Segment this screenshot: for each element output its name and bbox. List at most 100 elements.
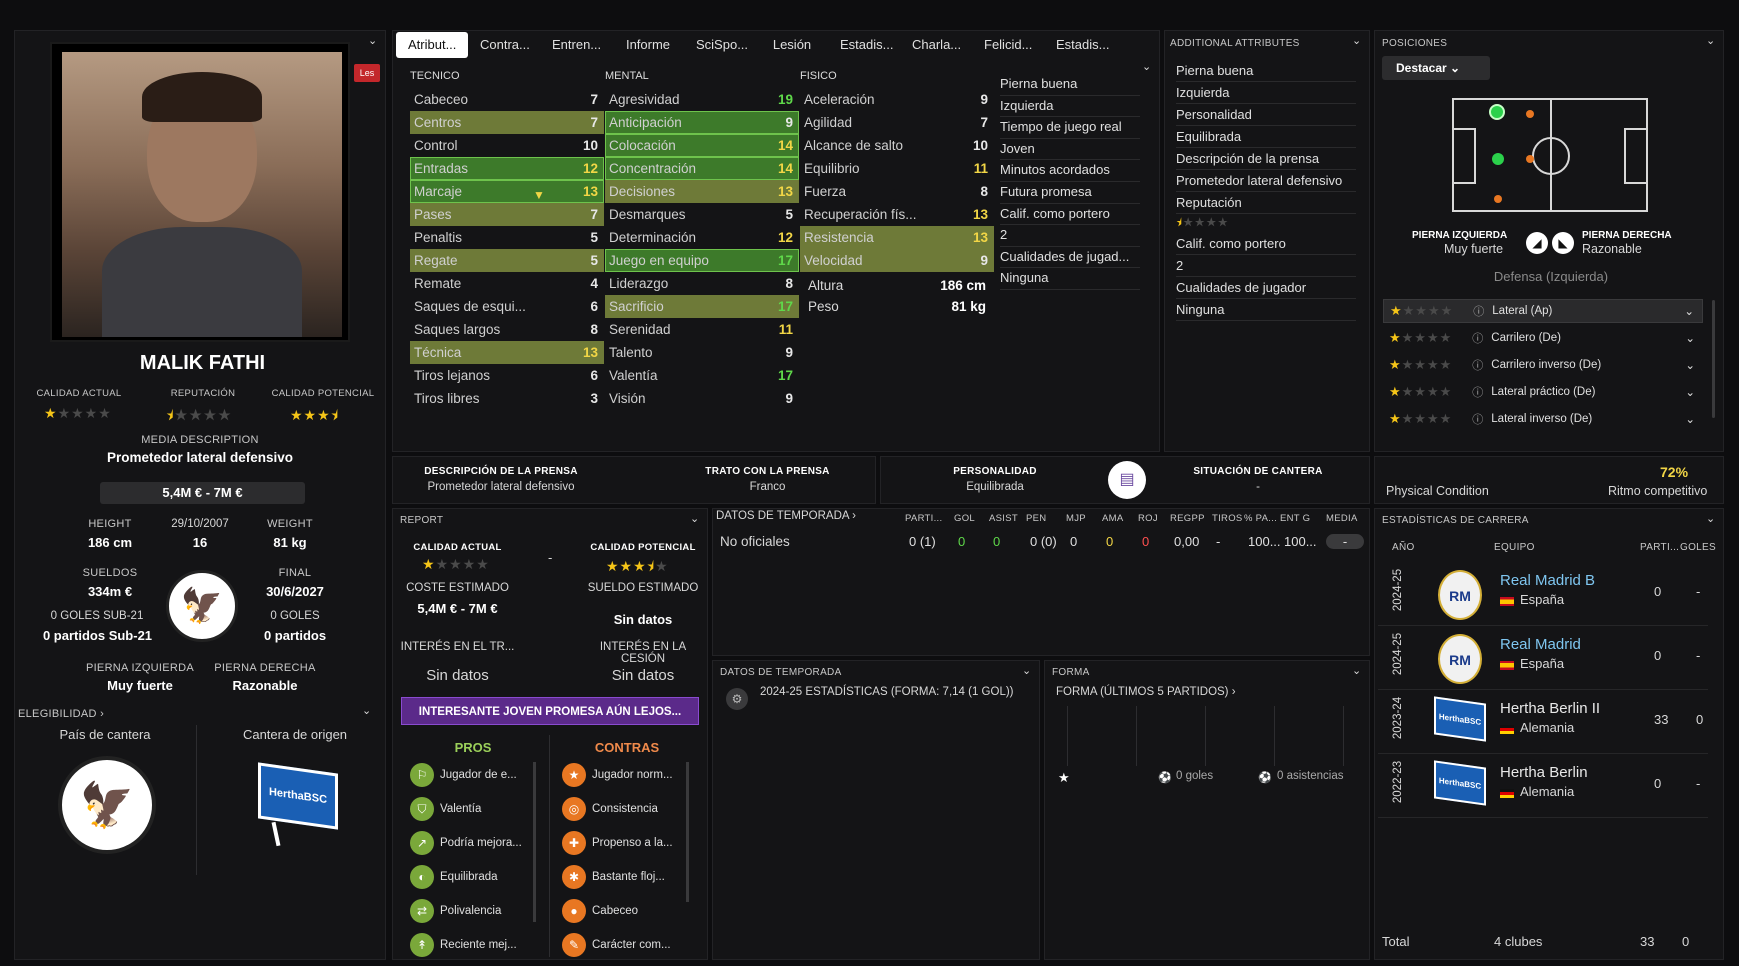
- role-row[interactable]: ★★★★★ ⓘ Lateral (Ap) ⌄: [1383, 299, 1703, 323]
- mental-attribute-row[interactable]: Talento 9: [605, 341, 799, 364]
- pro-item[interactable]: ◐ Equilibrada: [410, 860, 535, 894]
- technical-attribute-row[interactable]: Tiros lejanos 6: [410, 364, 604, 387]
- season-col-header[interactable]: MJP: [1066, 513, 1086, 524]
- pro-item[interactable]: ↟ Reciente mej...: [410, 928, 535, 962]
- team-name[interactable]: Real Madrid B: [1500, 572, 1595, 589]
- season-col-header[interactable]: PARTI...: [905, 513, 942, 524]
- role-row[interactable]: ★★★★★ ⓘ Lateral práctico (De) ⌄: [1383, 380, 1703, 404]
- mental-attribute-row[interactable]: Desmarques 5: [605, 203, 799, 226]
- chevron-down-icon[interactable]: ⌄: [1685, 331, 1695, 345]
- season-col-header[interactable]: ENT G: [1280, 513, 1310, 524]
- season-col-header[interactable]: GOL: [954, 513, 975, 524]
- season-col-header[interactable]: % PA...: [1244, 513, 1277, 524]
- mental-attribute-row[interactable]: Colocación 14: [605, 134, 799, 157]
- technical-attribute-row[interactable]: Remate 4: [410, 272, 604, 295]
- info-icon[interactable]: ⓘ: [1472, 330, 1483, 346]
- tab-talk[interactable]: Charla...: [900, 32, 972, 58]
- chevron-down-icon[interactable]: ⌄: [368, 34, 377, 47]
- physical-attribute-row[interactable]: Alcance de salto 10: [800, 134, 994, 157]
- tab-contract[interactable]: Contra...: [468, 32, 540, 58]
- tab-happiness[interactable]: Felicid...: [972, 32, 1044, 58]
- technical-attribute-row[interactable]: Saques largos 8: [410, 318, 604, 341]
- con-item[interactable]: ★ Jugador norm...: [562, 758, 687, 792]
- highlight-dropdown[interactable]: Destacar ⌄: [1382, 56, 1490, 80]
- pro-item[interactable]: ↗ Podría mejora...: [410, 826, 535, 860]
- tab-stats[interactable]: Estadis...: [828, 32, 900, 58]
- mental-attribute-row[interactable]: Decisiones 13: [605, 180, 799, 203]
- chevron-down-icon[interactable]: ⌄: [1022, 664, 1031, 677]
- chevron-down-icon[interactable]: ⌄: [1352, 34, 1361, 47]
- tab-sciscouting[interactable]: SciSpo...: [684, 32, 756, 58]
- season-col-header[interactable]: AMA: [1102, 513, 1124, 524]
- cons-scrollbar[interactable]: [686, 762, 689, 902]
- role-row[interactable]: ★★★★★ ⓘ Lateral inverso (De) ⌄: [1383, 407, 1703, 431]
- technical-attribute-row[interactable]: Tiros libres 3: [410, 387, 604, 410]
- season-col-header[interactable]: PEN: [1026, 513, 1046, 524]
- career-row[interactable]: 2024-25 RM Real Madrid B España 0 -: [1378, 562, 1708, 626]
- physical-attribute-row[interactable]: Equilibrio 11: [800, 157, 994, 180]
- info-icon[interactable]: ⓘ: [1472, 357, 1483, 373]
- physical-attribute-row[interactable]: Agilidad 7: [800, 111, 994, 134]
- con-item[interactable]: ✚ Propenso a la...: [562, 826, 687, 860]
- technical-attribute-row[interactable]: Marcaje 13: [410, 180, 604, 203]
- team-name[interactable]: Real Madrid: [1500, 636, 1581, 653]
- info-icon[interactable]: ⓘ: [1472, 384, 1483, 400]
- settings-icon[interactable]: ⚙: [726, 688, 748, 710]
- tab-attributes[interactable]: Atribut...: [396, 32, 468, 58]
- mental-attribute-row[interactable]: Determinación 12: [605, 226, 799, 249]
- chevron-down-icon[interactable]: ⌄: [362, 704, 371, 717]
- tab-injury[interactable]: Lesión: [756, 32, 828, 58]
- chevron-down-icon[interactable]: ⌄: [1685, 358, 1695, 372]
- season-col-header[interactable]: ASIST: [989, 513, 1018, 524]
- tab-training[interactable]: Entren...: [540, 32, 612, 58]
- chevron-down-icon[interactable]: ⌄: [1685, 385, 1695, 399]
- season-title[interactable]: DATOS DE TEMPORADA ›: [716, 510, 856, 522]
- mental-attribute-row[interactable]: Sacrificio 17: [605, 295, 799, 318]
- chevron-down-icon[interactable]: ⌄: [1685, 412, 1695, 426]
- career-row[interactable]: 2022-23 HerthaBSC Hertha Berlin Alemania 0 -: [1378, 754, 1708, 818]
- chevron-down-icon[interactable]: ⌄: [1684, 304, 1694, 318]
- report-verdict-banner[interactable]: INTERESANTE JOVEN PROMESA AÚN LEJOS...: [401, 697, 699, 725]
- technical-attribute-row[interactable]: Técnica 13: [410, 341, 604, 364]
- pro-item[interactable]: ⛉ Valentía: [410, 792, 535, 826]
- real-madrid-crest[interactable]: RM: [1438, 570, 1482, 620]
- eligibility-toggle[interactable]: ELEGIBILIDAD ›: [18, 708, 104, 720]
- season-col-header[interactable]: MEDIA: [1326, 513, 1358, 524]
- real-madrid-crest[interactable]: RM: [1438, 634, 1482, 684]
- info-icon[interactable]: ⓘ: [1473, 303, 1484, 319]
- hertha-crest[interactable]: HerthaBSC: [1434, 760, 1486, 806]
- chevron-down-icon[interactable]: ⌄: [690, 512, 699, 525]
- mental-attribute-row[interactable]: Liderazgo 8: [605, 272, 799, 295]
- info-icon[interactable]: ⓘ: [1472, 411, 1483, 427]
- con-item[interactable]: ✎ Carácter com...: [562, 928, 687, 962]
- physical-attribute-row[interactable]: Resistencia 13: [800, 226, 994, 249]
- physical-attribute-row[interactable]: Fuerza 8: [800, 180, 994, 203]
- chevron-down-icon[interactable]: ⌄: [1706, 512, 1715, 525]
- mental-attribute-row[interactable]: Serenidad 11: [605, 318, 799, 341]
- chevron-down-icon[interactable]: ⌄: [1706, 34, 1715, 47]
- mental-attribute-row[interactable]: Visión 9: [605, 387, 799, 410]
- con-item[interactable]: ● Cabeceo: [562, 894, 687, 928]
- con-item[interactable]: ✱ Bastante floj...: [562, 860, 687, 894]
- technical-attribute-row[interactable]: Control 10: [410, 134, 604, 157]
- con-item[interactable]: ◎ Consistencia: [562, 792, 687, 826]
- hertha-club-logo[interactable]: HerthaBSC: [252, 758, 344, 848]
- mental-attribute-row[interactable]: Agresividad 19: [605, 88, 799, 111]
- physical-attribute-row[interactable]: Aceleración 9: [800, 88, 994, 111]
- season-col-header[interactable]: TIROS: [1212, 513, 1243, 524]
- pros-scrollbar[interactable]: [533, 762, 536, 922]
- technical-attribute-row[interactable]: Entradas 12: [410, 157, 604, 180]
- tab-stats-2[interactable]: Estadis...: [1044, 32, 1116, 58]
- mental-attribute-row[interactable]: Juego en equipo 17: [605, 249, 799, 272]
- chevron-down-icon[interactable]: ⌄: [1142, 60, 1151, 73]
- technical-attribute-row[interactable]: Cabeceo 7: [410, 88, 604, 111]
- career-row[interactable]: 2023-24 HerthaBSC Hertha Berlin II Alemania…: [1378, 690, 1708, 754]
- season-col-header[interactable]: ROJ: [1138, 513, 1158, 524]
- hertha-crest[interactable]: HerthaBSC: [1434, 696, 1486, 742]
- status-tag[interactable]: Les: [354, 64, 380, 82]
- technical-attribute-row[interactable]: Centros 7: [410, 111, 604, 134]
- technical-attribute-row[interactable]: Saques de esqui... 6: [410, 295, 604, 318]
- mental-attribute-row[interactable]: Concentración 14: [605, 157, 799, 180]
- career-row[interactable]: 2024-25 RM Real Madrid España 0 -: [1378, 626, 1708, 690]
- season-col-header[interactable]: REGPP: [1170, 513, 1205, 524]
